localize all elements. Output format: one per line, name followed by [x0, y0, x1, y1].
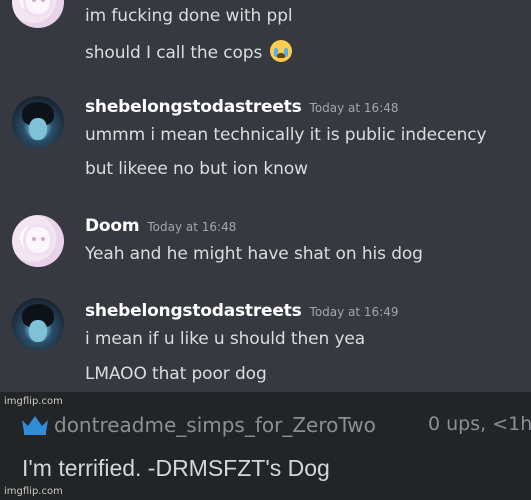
- avatar-doom[interactable]: [12, 215, 64, 267]
- avatar-doom[interactable]: [12, 0, 64, 28]
- message-line: ummm i mean technically it is public ind…: [85, 125, 487, 145]
- username[interactable]: shebelongstodastreets: [85, 301, 302, 321]
- imgflip-watermark: imgflip.com: [4, 486, 63, 497]
- timestamp: Today at 16:49: [309, 305, 399, 319]
- message-line-with-emoji: should I call the cops: [85, 40, 292, 63]
- comment-text: I'm terrified. -DRMSFZT's Dog: [22, 455, 330, 481]
- avatar-shebelongstodastreets[interactable]: [12, 96, 64, 148]
- imgflip-watermark: imgflip.com: [4, 396, 63, 407]
- message-line: i mean if u like u should then yea: [85, 329, 366, 349]
- timestamp: Today at 16:48: [147, 220, 237, 234]
- timestamp: Today at 16:48: [309, 101, 399, 115]
- message-header: shebelongstodastreets Today at 16:48: [85, 97, 399, 117]
- avatar-shebelongstodastreets[interactable]: [12, 298, 64, 350]
- imgflip-comment: dontreadme_simps_for_ZeroTwo 0 ups, <1h …: [0, 392, 531, 500]
- crown-icon: [22, 416, 48, 435]
- username[interactable]: Doom: [85, 216, 140, 236]
- message-line: LMAOO that poor dog: [85, 364, 267, 384]
- message-header: shebelongstodastreets Today at 16:49: [85, 301, 399, 321]
- comment-username[interactable]: dontreadme_simps_for_ZeroTwo: [54, 413, 376, 437]
- comment-meta: 0 ups, <1h: [428, 413, 531, 435]
- discord-chat: im fucking done with ppl should I call t…: [0, 0, 531, 407]
- message-header: Doom Today at 16:48: [85, 216, 236, 236]
- message-line: im fucking done with ppl: [85, 6, 293, 26]
- message-text: should I call the cops: [85, 43, 263, 63]
- message-line: but likeee no but ion know: [85, 159, 308, 179]
- message-line: Yeah and he might have shat on his dog: [85, 244, 423, 264]
- loudly-crying-face-icon: [269, 40, 292, 62]
- username[interactable]: shebelongstodastreets: [85, 97, 302, 117]
